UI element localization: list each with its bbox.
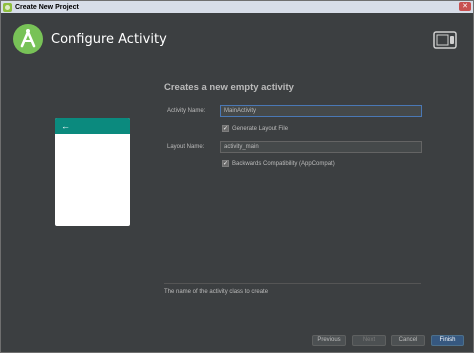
preview-app-bar: ←	[55, 118, 130, 134]
wizard-header: Configure Activity	[1, 13, 473, 67]
activity-name-label: Activity Name:	[167, 108, 206, 114]
cancel-button[interactable]: Cancel	[391, 335, 425, 346]
activity-preview: ←	[55, 118, 130, 226]
generate-layout-checkbox-row[interactable]: ✓ Generate Layout File	[222, 125, 288, 132]
wizard-footer: Previous Next Cancel Finish	[1, 327, 473, 352]
next-button[interactable]: Next	[352, 335, 386, 346]
backwards-compat-label: Backwards Compatibility (AppCompat)	[232, 160, 335, 167]
page-title: Configure Activity	[51, 32, 167, 47]
field-hint: The name of the activity class to create	[164, 289, 269, 295]
finish-button[interactable]: Finish	[431, 335, 464, 346]
wizard-content: ← Creates a new empty activity Activity …	[1, 67, 473, 327]
generate-layout-checkbox[interactable]: ✓	[222, 125, 229, 132]
create-project-window: Create New Project ✕ Configure Activity …	[0, 0, 474, 353]
divider	[164, 283, 421, 284]
activity-name-field[interactable]: MainActivity	[220, 105, 422, 117]
android-studio-small-icon	[3, 2, 12, 12]
android-studio-icon	[13, 24, 43, 54]
backwards-compat-checkbox-row[interactable]: ✓ Backwards Compatibility (AppCompat)	[222, 160, 335, 167]
back-arrow-icon: ←	[61, 121, 70, 131]
layout-name-label: Layout Name:	[167, 144, 205, 150]
window-title: Create New Project	[15, 3, 79, 11]
form-heading: Creates a new empty activity	[164, 82, 294, 93]
layout-name-field[interactable]: activity_main	[220, 141, 422, 153]
close-icon[interactable]: ✕	[459, 2, 471, 11]
title-bar: Create New Project ✕	[1, 1, 473, 13]
previous-button[interactable]: Previous	[312, 335, 346, 346]
backwards-compat-checkbox[interactable]: ✓	[222, 160, 229, 167]
tablet-phone-icon	[433, 31, 457, 49]
generate-layout-label: Generate Layout File	[232, 125, 289, 132]
